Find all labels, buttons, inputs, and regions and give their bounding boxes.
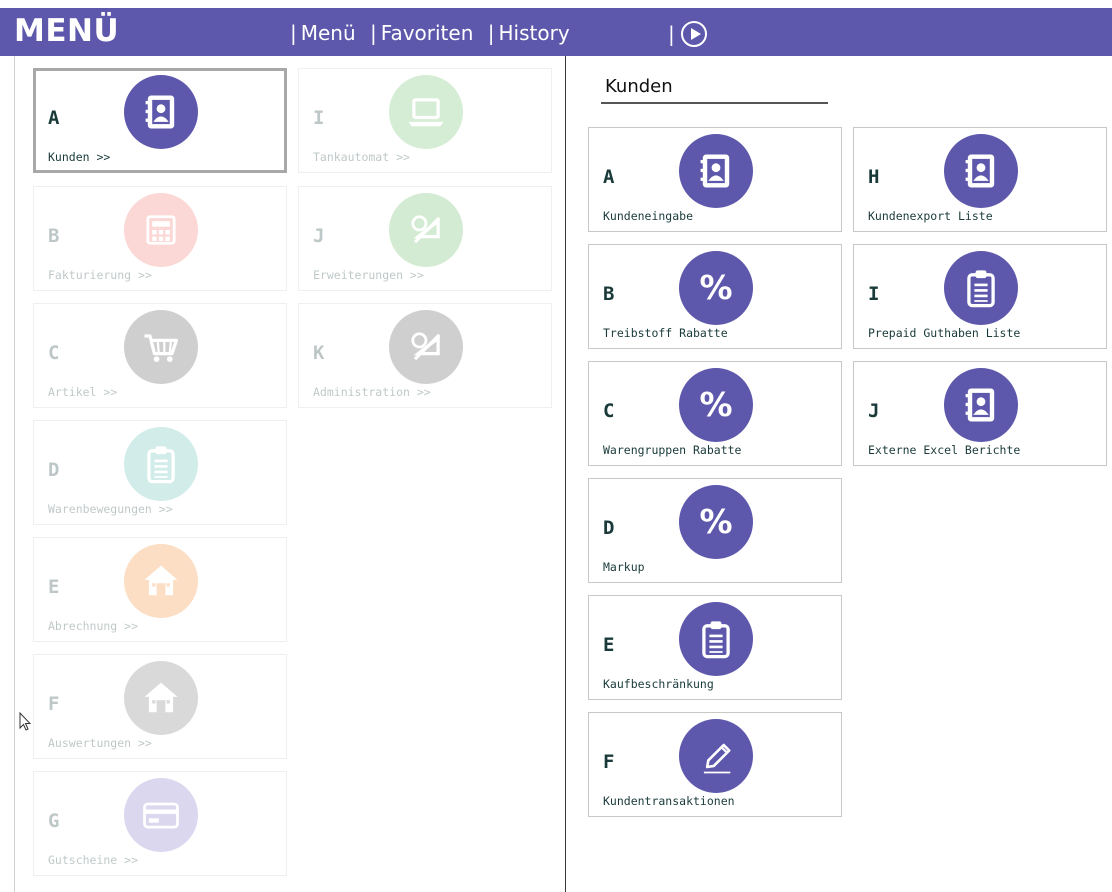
panel-divider	[565, 56, 566, 892]
tile-shortcut-letter: I	[313, 107, 325, 129]
home-icon	[124, 544, 198, 618]
contacts-book-icon	[944, 368, 1018, 442]
tile-shortcut-letter: G	[48, 810, 60, 832]
section-title-underline	[601, 102, 828, 104]
home-icon	[124, 661, 198, 735]
svg-text:%: %	[699, 385, 732, 424]
ruler-tools-icon	[389, 193, 463, 267]
submenu-tile-prepaid-guthaben-liste[interactable]: I Prepaid Guthaben Liste	[853, 244, 1107, 349]
tile-shortcut-letter: D	[48, 459, 60, 481]
tile-shortcut-letter: C	[48, 342, 60, 364]
pencil-icon	[679, 719, 753, 793]
tile-label: Kundenexport Liste	[868, 209, 993, 223]
percent-icon: %	[679, 485, 753, 559]
left-panel-edge	[14, 56, 15, 892]
tile-label: Auswertungen >>	[48, 736, 152, 750]
tile-shortcut-letter: C	[603, 400, 615, 422]
menu-tile-gutscheine[interactable]: G Gutscheine >>	[33, 771, 287, 876]
section-title: Kunden	[605, 76, 673, 97]
menu-tile-kunden[interactable]: A Kunden >>	[33, 68, 287, 173]
tile-shortcut-letter: A	[48, 107, 60, 129]
play-control: |	[668, 20, 707, 47]
menu-tile-tankautomat[interactable]: I Tankautomat >>	[298, 68, 552, 173]
contacts-book-icon	[944, 134, 1018, 208]
top-menu-bar: MENÜ | Menü | Favoriten | History |	[0, 8, 1112, 56]
nav-history-link[interactable]: History	[499, 21, 570, 45]
menu-tile-artikel[interactable]: C Artikel >>	[33, 303, 287, 408]
tile-shortcut-letter: D	[603, 517, 615, 539]
shopping-cart-icon	[124, 310, 198, 384]
nav-menu-link[interactable]: Menü	[301, 21, 356, 45]
tile-label: Fakturierung >>	[48, 268, 152, 282]
card-icon	[124, 778, 198, 852]
tile-label: Externe Excel Berichte	[868, 443, 1021, 457]
tile-label: Tankautomat >>	[313, 150, 410, 164]
nav-separator: |	[370, 21, 377, 45]
nav-separator: |	[668, 21, 675, 46]
contacts-book-icon	[124, 75, 198, 149]
tile-shortcut-letter: J	[868, 400, 880, 422]
tile-label: Kaufbeschränkung	[603, 677, 714, 691]
percent-icon: %	[679, 368, 753, 442]
menu-tile-fakturierung[interactable]: B Fakturierung >>	[33, 186, 287, 291]
tile-shortcut-letter: J	[313, 225, 325, 247]
nav-separator: |	[290, 21, 297, 45]
app-title: MENÜ	[14, 13, 120, 49]
menu-tile-abrechnung[interactable]: E Abrechnung >>	[33, 537, 287, 642]
tile-label: Erweiterungen >>	[313, 268, 424, 282]
submenu-tile-markup[interactable]: D% Markup	[588, 478, 842, 583]
submenu-tile-kundentransaktionen[interactable]: F Kundentransaktionen	[588, 712, 842, 817]
tile-shortcut-letter: B	[48, 225, 60, 247]
calculator-icon	[124, 193, 198, 267]
nav-favoriten-link[interactable]: Favoriten	[381, 21, 474, 45]
submenu-tile-externe-excel-berichte[interactable]: J Externe Excel Berichte	[853, 361, 1107, 466]
tile-shortcut-letter: F	[603, 751, 615, 773]
submenu-tile-kundenexport-liste[interactable]: H Kundenexport Liste	[853, 127, 1107, 232]
play-circle-icon[interactable]	[680, 20, 707, 47]
tile-shortcut-letter: A	[603, 166, 615, 188]
submenu-tile-kundeneingabe[interactable]: A Kundeneingabe	[588, 127, 842, 232]
laptop-icon	[389, 75, 463, 149]
nav-separator: |	[487, 21, 495, 45]
tile-shortcut-letter: I	[868, 283, 880, 305]
percent-icon: %	[679, 251, 753, 325]
clipboard-icon	[944, 251, 1018, 325]
tile-shortcut-letter: F	[48, 693, 60, 715]
tile-label: Treibstoff Rabatte	[603, 326, 728, 340]
menu-tile-warenbewegungen[interactable]: D Warenbewegungen >>	[33, 420, 287, 525]
tile-shortcut-letter: B	[603, 283, 615, 305]
tile-label: Markup	[603, 560, 645, 574]
mouse-cursor-icon	[19, 712, 31, 731]
tile-shortcut-letter: K	[313, 342, 325, 364]
clipboard-icon	[124, 427, 198, 501]
tile-label: Abrechnung >>	[48, 619, 139, 633]
tile-label: Warengruppen Rabatte	[603, 443, 742, 457]
top-nav: | Menü | Favoriten | History	[290, 21, 578, 45]
tile-label: Administration >>	[313, 385, 431, 399]
submenu-tile-kaufbeschraenkung[interactable]: E Kaufbeschränkung	[588, 595, 842, 700]
tile-label: Kunden >>	[48, 150, 111, 164]
menu-tile-auswertungen[interactable]: F Auswertungen >>	[33, 654, 287, 759]
clipboard-icon	[679, 602, 753, 676]
svg-text:%: %	[699, 268, 732, 307]
tile-label: Artikel >>	[48, 385, 118, 399]
tile-shortcut-letter: E	[603, 634, 615, 656]
tile-label: Prepaid Guthaben Liste	[868, 326, 1021, 340]
tile-label: Kundeneingabe	[603, 209, 694, 223]
ruler-tools-icon	[389, 310, 463, 384]
tile-label: Gutscheine >>	[48, 853, 139, 867]
tile-label: Warenbewegungen >>	[48, 502, 173, 516]
tile-shortcut-letter: E	[48, 576, 60, 598]
tile-label: Kundentransaktionen	[603, 794, 735, 808]
submenu-tile-treibstoff-rabatte[interactable]: B% Treibstoff Rabatte	[588, 244, 842, 349]
menu-tile-administration[interactable]: K Administration >>	[298, 303, 552, 408]
svg-text:%: %	[699, 502, 732, 541]
tile-shortcut-letter: H	[868, 166, 880, 188]
menu-tile-erweiterungen[interactable]: J Erweiterungen >>	[298, 186, 552, 291]
contacts-book-icon	[679, 134, 753, 208]
submenu-tile-warengruppen-rabatte[interactable]: C% Warengruppen Rabatte	[588, 361, 842, 466]
